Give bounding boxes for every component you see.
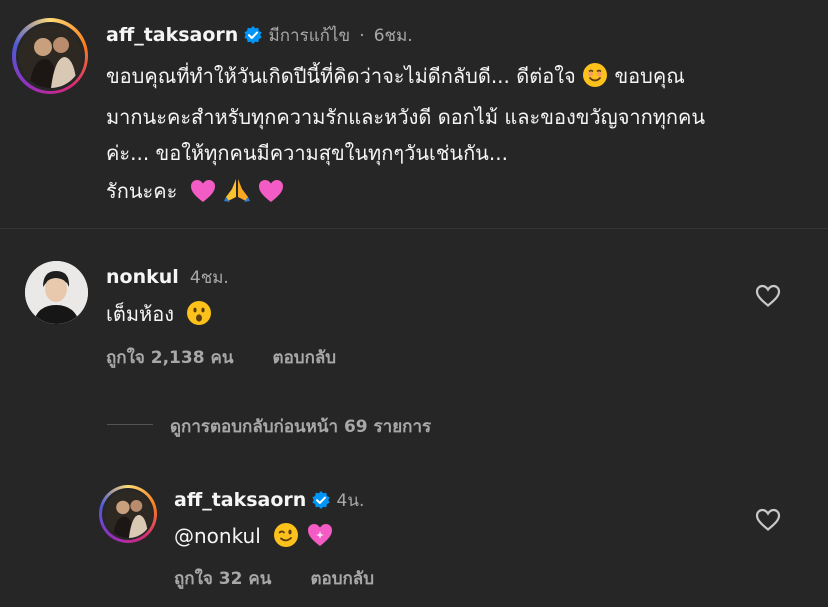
pink-heart-icon [190, 178, 216, 214]
reply-like-heart-icon[interactable] [755, 508, 781, 536]
caption-line-4: รักนะคะ [106, 179, 178, 203]
smiling-face-emoji-icon [582, 62, 608, 99]
caption-line-1: ขอบคุณที่ทำให้วันเกิดปีนี้ที่คิดว่าจะไม่… [106, 64, 576, 88]
post-caption: ขอบคุณที่ทำให้วันเกิดปีนี้ที่คิดว่าจะไม่… [106, 58, 806, 214]
comment-reply-button[interactable]: ตอบกลับ [273, 348, 337, 368]
caption-line-2: มากนะคะสำหรับทุกความรักและหวังดี ดอกไม้ … [106, 105, 706, 129]
divider [0, 228, 828, 229]
post-avatar[interactable] [12, 18, 88, 94]
caption-line-1b: ขอบคุณ [614, 64, 685, 88]
folded-hands-icon [222, 177, 252, 214]
surprised-face-emoji-icon [186, 300, 212, 337]
winking-face-emoji-icon [273, 522, 299, 559]
comment-likes[interactable]: ถูกใจ 2,138 คน [106, 348, 233, 368]
verified-badge-icon [243, 25, 263, 49]
edited-label: มีการแก้ไข [268, 26, 351, 46]
comment-like-heart-icon[interactable] [755, 284, 781, 312]
post-time: 6ชม. [373, 26, 413, 46]
reply-mention[interactable]: @nonkul [174, 524, 261, 548]
reply-time: 4น. [336, 491, 365, 511]
caption-line-3: ค่ะ... ขอให้ทุกคนมีความสุขในทุกๆวันเช่นก… [106, 141, 508, 165]
meta-separator: · [359, 26, 365, 46]
pink-heart-icon [258, 178, 284, 214]
comment-time: 4ชม. [189, 268, 229, 288]
reply-username[interactable]: aff_taksaorn [174, 489, 306, 511]
view-previous-replies-button[interactable]: ดูการตอบกลับก่อนหน้า 69 รายการ [170, 413, 431, 440]
view-replies-line [107, 424, 153, 425]
reply-likes[interactable]: ถูกใจ 32 คน [174, 569, 271, 589]
comment-username[interactable]: nonkul [106, 266, 179, 288]
post-username[interactable]: aff_taksaorn [106, 24, 238, 46]
verified-badge-icon [311, 490, 331, 514]
reply-avatar[interactable] [99, 485, 157, 543]
comment-avatar[interactable] [25, 261, 88, 324]
sparkling-heart-icon [306, 522, 334, 559]
reply-reply-button[interactable]: ตอบกลับ [310, 569, 374, 589]
comment-text: เต็มห้อง [106, 302, 174, 326]
